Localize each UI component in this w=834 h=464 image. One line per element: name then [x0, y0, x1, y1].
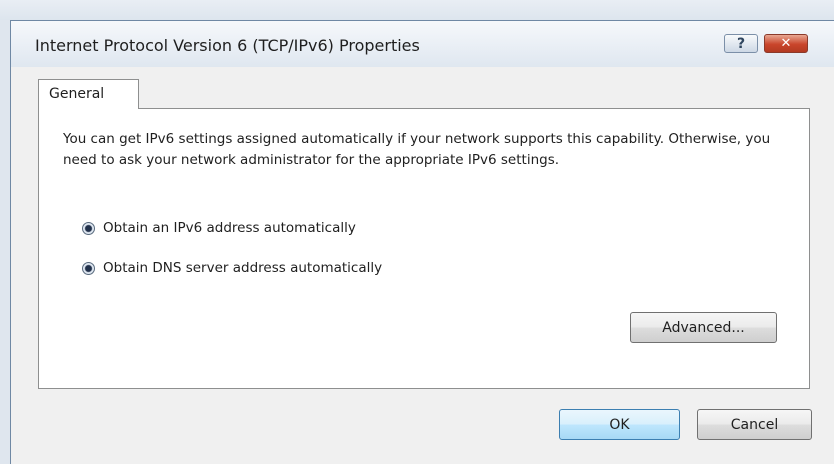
- close-button[interactable]: ✕: [764, 34, 808, 53]
- obtain-ipv6-auto-label: Obtain an IPv6 address automatically: [103, 220, 356, 236]
- tab-general[interactable]: General: [38, 79, 139, 109]
- cancel-button-label: Cancel: [730, 416, 779, 433]
- title-bar[interactable]: Internet Protocol Version 6 (TCP/IPv6) P…: [11, 21, 834, 67]
- obtain-dns-auto-label: Obtain DNS server address automatically: [103, 260, 383, 276]
- description-text: You can get IPv6 settings assigned autom…: [63, 131, 771, 168]
- ok-button[interactable]: OK: [559, 409, 680, 440]
- obtain-ipv6-auto-option[interactable]: Obtain an IPv6 address automatically: [82, 220, 356, 236]
- ok-button-label: OK: [609, 416, 630, 433]
- properties-dialog: Internet Protocol Version 6 (TCP/IPv6) P…: [10, 20, 834, 464]
- help-button[interactable]: ?: [724, 34, 758, 53]
- general-tab-panel: You can get IPv6 settings assigned autom…: [38, 108, 810, 389]
- cancel-button[interactable]: Cancel: [697, 409, 812, 440]
- window-title: Internet Protocol Version 6 (TCP/IPv6) P…: [35, 36, 420, 55]
- tab-general-label: General: [49, 86, 105, 102]
- close-icon: ✕: [780, 36, 792, 51]
- help-icon: ?: [736, 35, 746, 52]
- advanced-button-label: Advanced...: [662, 319, 745, 336]
- background-window-strip: [0, 0, 834, 20]
- radio-selected-icon[interactable]: [82, 221, 95, 235]
- advanced-button[interactable]: Advanced...: [630, 312, 777, 343]
- dialog-body: General You can get IPv6 settings assign…: [11, 67, 834, 464]
- obtain-dns-auto-option[interactable]: Obtain DNS server address automatically: [82, 260, 382, 276]
- radio-selected-icon[interactable]: [82, 261, 95, 275]
